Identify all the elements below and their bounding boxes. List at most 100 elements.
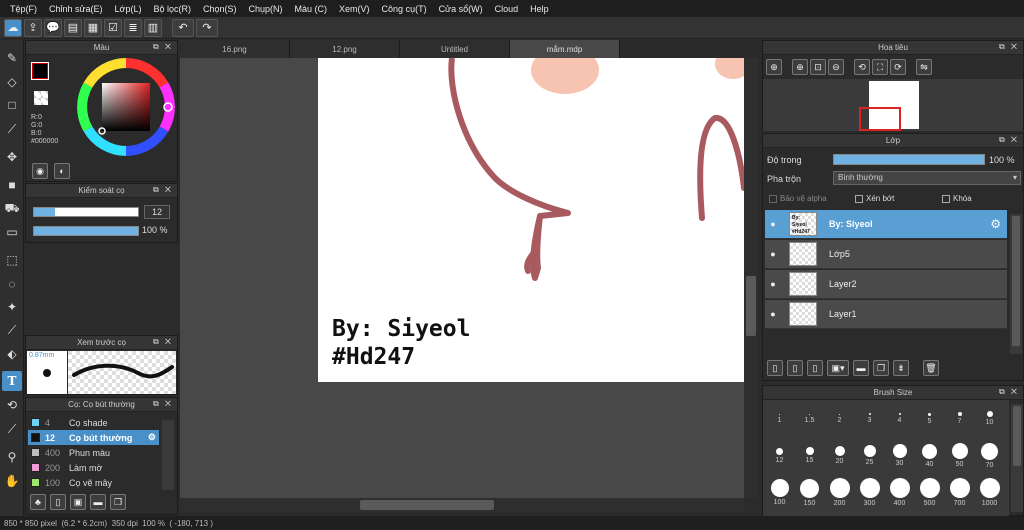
canvas-area[interactable]: By: Siyeol #Hd247	[180, 58, 744, 498]
brush-size-value[interactable]: 12	[144, 205, 170, 219]
panel-controls-icon[interactable]: ⧉ ✕	[999, 387, 1019, 397]
brush-list-item[interactable]: 12 Cọ bút thường ⚙	[28, 430, 159, 445]
panel-controls-icon[interactable]: ⧉ ✕	[153, 337, 173, 347]
magic-wand-icon[interactable]: ✦	[2, 297, 22, 317]
new-layer-icon[interactable]: ▯	[767, 360, 783, 376]
brush-size-option[interactable]: 1000	[975, 478, 1004, 507]
rectangle-select-icon[interactable]: □	[2, 95, 22, 115]
layer-row[interactable]: ● By: Siyeol #Hd247 By: Siyeol ⚙	[765, 210, 1007, 239]
select-rect-icon[interactable]: ⬚	[2, 250, 22, 270]
layer-list-scrollbar[interactable]	[1010, 214, 1022, 354]
navigator-thumbnail[interactable]	[859, 81, 919, 131]
chat-icon[interactable]: ▤	[64, 18, 82, 37]
tab-0[interactable]: 16.png	[180, 40, 290, 58]
menu-item-9[interactable]: Cửa sổ(W)	[433, 4, 489, 14]
brush-size-option[interactable]: 10	[975, 404, 1004, 433]
zoom-out-icon[interactable]: ⊖	[828, 59, 844, 75]
brush-copy-icon[interactable]: ▣	[70, 494, 86, 510]
brush-size-option[interactable]: 2	[825, 404, 854, 433]
menu-item-2[interactable]: Lớp(L)	[109, 4, 148, 14]
brush-opacity-slider[interactable]	[33, 226, 139, 236]
layer-row[interactable]: ● Layer1	[765, 300, 1007, 329]
export-icon[interactable]: ⇪	[24, 18, 42, 37]
visibility-eye-icon[interactable]: ●	[765, 249, 781, 259]
menu-item-11[interactable]: Help	[524, 4, 555, 14]
text-tool-icon[interactable]: T	[2, 371, 22, 391]
brush-size-option[interactable]: 500	[915, 478, 944, 507]
brush-size-option[interactable]: 30	[885, 441, 914, 470]
pen-tool-icon[interactable]: ✎	[2, 48, 22, 68]
cloud-icon[interactable]: ☁	[4, 18, 22, 37]
panel-controls-icon[interactable]: ⧉ ✕	[153, 399, 173, 409]
visibility-eye-icon[interactable]: ●	[765, 309, 781, 319]
brush-size-option[interactable]: 5	[915, 404, 944, 433]
add-layer-menu-icon[interactable]: ▣▾	[827, 360, 849, 376]
navigator-viewport[interactable]	[859, 107, 901, 131]
hand-rotate-icon[interactable]: ⟲	[2, 395, 22, 415]
brush-size-slider[interactable]	[33, 207, 139, 217]
panel-controls-icon[interactable]: ⧉ ✕	[153, 42, 173, 52]
bucket-tool-icon[interactable]: ⛟	[2, 199, 22, 219]
menu-item-0[interactable]: Tệp(F)	[4, 4, 43, 14]
gear-icon[interactable]: ⚙	[990, 217, 1001, 231]
foreground-color-swatch[interactable]	[31, 62, 49, 80]
menu-item-10[interactable]: Cloud	[489, 4, 525, 14]
brush-size-option[interactable]: 300	[855, 478, 884, 507]
dropper-tool-icon[interactable]: ⟋	[2, 419, 22, 439]
canvas-horizontal-scrollbar[interactable]	[180, 498, 744, 512]
brush-size-option[interactable]: 1	[765, 404, 794, 433]
color-wheel[interactable]	[76, 57, 176, 157]
brush-size-option[interactable]: 200	[825, 478, 854, 507]
merge-layer-icon[interactable]: ⇟	[893, 360, 909, 376]
select-pen-icon[interactable]: ⟋	[2, 320, 22, 340]
shape-fill-icon[interactable]: ■	[2, 175, 22, 195]
clip-checkbox[interactable]	[855, 194, 863, 203]
brush-size-option[interactable]: 20	[825, 441, 854, 470]
canvas-vertical-scrollbar[interactable]	[744, 58, 758, 498]
menu-item-5[interactable]: Chụp(N)	[243, 4, 289, 14]
undo-button[interactable]: ↶	[172, 18, 194, 37]
lock-checkbox[interactable]	[942, 194, 950, 203]
palette-settings-icon[interactable]: ◐	[54, 163, 70, 179]
duplicate-layer-icon[interactable]: ❐	[873, 360, 889, 376]
brush-tool-icon[interactable]: ⟋	[2, 119, 22, 139]
brush-size-option[interactable]: 40	[915, 441, 944, 470]
hand-tool-icon[interactable]: ✋	[2, 471, 22, 491]
brush-size-option[interactable]: 12	[765, 441, 794, 470]
document-icon[interactable]: ▦	[84, 18, 102, 37]
brush-size-option[interactable]: 150	[795, 478, 824, 507]
brush-list-item[interactable]: 100 Cọ vẽ mây	[28, 475, 159, 490]
rotate-right-icon[interactable]: ⟳	[890, 59, 906, 75]
brush-new-icon[interactable]: ▯	[50, 494, 66, 510]
panel-controls-icon[interactable]: ⧉ ✕	[153, 185, 173, 195]
panel-controls-icon[interactable]: ⧉ ✕	[999, 42, 1019, 52]
list-icon[interactable]: ≣	[124, 18, 142, 37]
tab-3[interactable]: mắm.mdp	[510, 40, 620, 58]
select-eraser-icon[interactable]: ⬖	[2, 344, 22, 364]
menu-item-4[interactable]: Chọn(S)	[197, 4, 243, 14]
menu-item-8[interactable]: Công cụ(T)	[376, 4, 433, 14]
eraser-tool-icon[interactable]: ◇	[2, 72, 22, 92]
flip-icon[interactable]: ⇋	[916, 59, 932, 75]
brush-size-option[interactable]: 70	[975, 441, 1004, 470]
canvas-artwork[interactable]	[180, 58, 744, 498]
brush-size-option[interactable]: 15	[795, 441, 824, 470]
new-layer-1bit-icon[interactable]: ▯	[787, 360, 803, 376]
redo-button[interactable]: ↷	[196, 18, 218, 37]
brush-size-option[interactable]: 7	[945, 404, 974, 433]
brush-list-item[interactable]: 400 Phun màu	[28, 445, 159, 460]
visibility-eye-icon[interactable]: ●	[765, 279, 781, 289]
menu-item-6[interactable]: Màu (C)	[289, 4, 334, 14]
brush-size-option[interactable]: 100	[765, 478, 794, 507]
layer-opacity-slider[interactable]	[833, 154, 985, 165]
checklist-icon[interactable]: ☑	[104, 18, 122, 37]
duplicate-icon[interactable]: ❐	[110, 494, 126, 510]
zoom-in-small-icon[interactable]: ⊕	[792, 59, 808, 75]
tab-1[interactable]: 12.png	[290, 40, 400, 58]
vertical-scroll-thumb[interactable]	[746, 276, 756, 336]
gradient-tool-icon[interactable]: ▭	[2, 222, 22, 242]
zoom-fit-icon[interactable]: ⊡	[810, 59, 826, 75]
brush-size-option[interactable]: 4	[885, 404, 914, 433]
rotate-left-icon[interactable]: ⟲	[854, 59, 870, 75]
horizontal-scroll-thumb[interactable]	[360, 500, 494, 510]
